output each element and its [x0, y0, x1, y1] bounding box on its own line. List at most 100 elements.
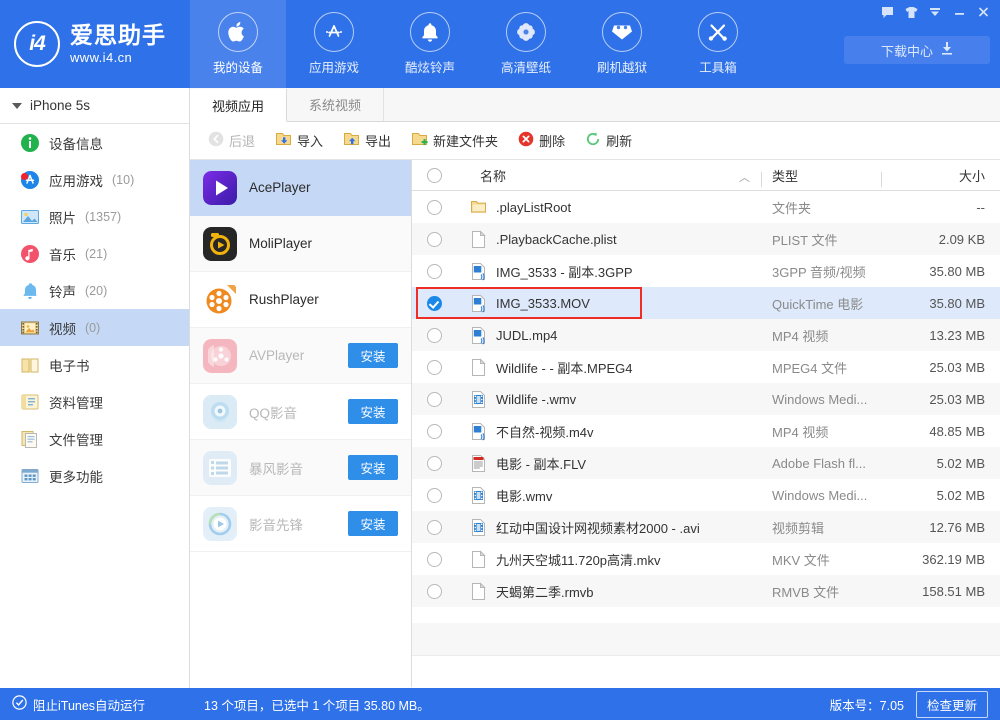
skin-icon[interactable] — [900, 3, 922, 21]
app-row-avplayer[interactable]: AVPlayer 安装 — [190, 328, 411, 384]
install-button[interactable]: 安装 — [348, 343, 398, 368]
new-folder-button[interactable]: 新建文件夹 — [403, 128, 506, 153]
table-row[interactable]: 电影 - 副本.FLV Adobe Flash fl... 5.02 MB — [412, 447, 1000, 479]
row-checkbox[interactable] — [412, 520, 457, 535]
split-panes: AcePlayer MoliPlayer RushPlayer — [190, 160, 1000, 687]
app-row-baofeng-player[interactable]: 暴风影音 安装 — [190, 440, 411, 496]
table-row[interactable]: IMG_3533 - 副本.3GPP 3GPP 音频/视频 35.80 MB — [412, 255, 1000, 287]
notification-badge — [21, 173, 28, 180]
import-label: 导入 — [297, 131, 323, 150]
tab-label: 视频应用 — [212, 96, 264, 115]
nav-item-wallpapers[interactable]: 高清壁纸 — [478, 0, 574, 88]
radio-icon — [427, 456, 442, 471]
table-row[interactable]: 九州天空城11.720p高清.mkv MKV 文件 362.19 MB — [412, 543, 1000, 575]
tab-system-videos[interactable]: 系统视频 — [287, 88, 384, 121]
table-row[interactable]: 天蝎第二季.rmvb RMVB 文件 158.51 MB — [412, 575, 1000, 607]
app-row-aceplayer[interactable]: AcePlayer — [190, 160, 411, 216]
refresh-button[interactable]: 刷新 — [577, 128, 640, 153]
table-row-selected[interactable]: IMG_3533.MOV QuickTime 电影 35.80 MB — [412, 287, 1000, 319]
sidebar-item-music[interactable]: 音乐 (21) — [0, 235, 189, 272]
nav-item-apps-games[interactable]: 应用游戏 — [286, 0, 382, 88]
app-row-xunlei-player[interactable]: 影音先锋 安装 — [190, 496, 411, 552]
sidebar-item-count: (21) — [85, 247, 107, 261]
app-name: QQ影音 — [249, 402, 297, 422]
row-checkbox[interactable] — [412, 264, 457, 279]
file-table: 名称 ︿ 类型 大小 — [412, 160, 1000, 687]
import-button[interactable]: 导入 — [267, 128, 331, 153]
export-button[interactable]: 导出 — [335, 128, 399, 153]
row-checkbox[interactable] — [412, 392, 457, 407]
install-button[interactable]: 安装 — [348, 399, 398, 424]
bell-icon — [20, 281, 40, 301]
tab-video-apps[interactable]: 视频应用 — [190, 89, 287, 122]
close-icon[interactable] — [972, 3, 994, 21]
column-header-size[interactable]: 大小 — [882, 166, 1000, 185]
nav-item-ringtones[interactable]: 酷炫铃声 — [382, 0, 478, 88]
row-checkbox[interactable] — [412, 552, 457, 567]
sidebar-item-data-manage[interactable]: 资料管理 — [0, 383, 189, 420]
device-name: iPhone 5s — [30, 98, 90, 113]
minimize-icon[interactable] — [948, 3, 970, 21]
row-checkbox[interactable] — [412, 456, 457, 471]
chevron-down-icon[interactable] — [924, 3, 946, 21]
app-header: i4 爱思助手 www.i4.cn 我的设备 应用游戏 — [0, 0, 1000, 88]
block-itunes-toggle[interactable]: 阻止iTunes自动运行 — [0, 688, 190, 720]
install-button[interactable]: 安装 — [348, 511, 398, 536]
download-center-label: 下载中心 — [881, 41, 933, 60]
app-row-rushplayer[interactable]: RushPlayer — [190, 272, 411, 328]
sort-asc-icon: ︿ — [739, 169, 750, 185]
table-row[interactable]: .playListRoot 文件夹 -- — [412, 191, 1000, 223]
sidebar-item-device-info[interactable]: 设备信息 — [0, 124, 189, 161]
row-checkbox[interactable] — [412, 232, 457, 247]
row-checkbox[interactable] — [412, 488, 457, 503]
delete-button[interactable]: 删除 — [510, 128, 573, 153]
select-all-checkbox[interactable] — [412, 168, 457, 183]
export-icon — [343, 131, 360, 150]
table-row[interactable]: 电影.wmv Windows Medi... 5.02 MB — [412, 479, 1000, 511]
table-row[interactable]: Wildlife -.wmv Windows Medi... 25.03 MB — [412, 383, 1000, 415]
column-header-name[interactable]: 名称 ︿ — [457, 166, 762, 185]
nav-item-flash-jailbreak[interactable]: 刷机越狱 — [574, 0, 670, 88]
photo-icon — [20, 207, 40, 227]
row-checkbox[interactable] — [412, 328, 457, 343]
new-folder-label: 新建文件夹 — [433, 131, 498, 150]
column-header-type[interactable]: 类型 — [762, 166, 882, 185]
row-name-cell: .PlaybackCache.plist — [457, 230, 762, 249]
table-row[interactable]: 不自然-视频.m4v MP4 视频 48.85 MB — [412, 415, 1000, 447]
nav-item-toolbox[interactable]: 工具箱 — [670, 0, 766, 88]
row-size-cell: 362.19 MB — [882, 552, 1000, 567]
app-row-moliplayer[interactable]: MoliPlayer — [190, 216, 411, 272]
table-row[interactable]: Wildlife - - 副本.MPEG4 MPEG4 文件 25.03 MB — [412, 351, 1000, 383]
table-row[interactable]: JUDL.mp4 MP4 视频 13.23 MB — [412, 319, 1000, 351]
app-row-qq-player[interactable]: QQ影音 安装 — [190, 384, 411, 440]
sidebar-item-ringtones[interactable]: 铃声 (20) — [0, 272, 189, 309]
check-update-button[interactable]: 检查更新 — [916, 691, 988, 718]
app-name: AcePlayer — [249, 180, 311, 195]
film-icon — [470, 518, 487, 537]
device-selector[interactable]: iPhone 5s — [0, 88, 189, 124]
row-checkbox[interactable] — [412, 584, 457, 599]
table-row[interactable]: .PlaybackCache.plist PLIST 文件 2.09 KB — [412, 223, 1000, 255]
row-checkbox[interactable] — [412, 296, 457, 311]
sidebar-item-videos[interactable]: 视频 (0) — [0, 309, 189, 346]
column-label-name: 名称 — [480, 169, 506, 184]
row-checkbox[interactable] — [412, 200, 457, 215]
row-checkbox[interactable] — [412, 424, 457, 439]
table-row[interactable]: 红动中国设计网视频素材2000 - .avi 视频剪辑 12.76 MB — [412, 511, 1000, 543]
sidebar-item-photos[interactable]: 照片 (1357) — [0, 198, 189, 235]
install-button[interactable]: 安装 — [348, 455, 398, 480]
sidebar-item-ebooks[interactable]: 电子书 — [0, 346, 189, 383]
feedback-icon[interactable] — [876, 3, 898, 21]
row-name-cell: IMG_3533 - 副本.3GPP — [457, 262, 762, 281]
row-checkbox[interactable] — [412, 360, 457, 375]
sidebar-item-more-features[interactable]: 更多功能 — [0, 457, 189, 494]
nav-item-my-device[interactable]: 我的设备 — [190, 0, 286, 88]
film-icon — [470, 486, 487, 505]
download-center-button[interactable]: 下载中心 — [844, 36, 990, 64]
sidebar-item-apps-games[interactable]: 应用游戏 (10) — [0, 161, 189, 198]
chevron-down-icon — [12, 103, 22, 109]
back-button[interactable]: 后退 — [200, 128, 263, 153]
back-icon — [208, 131, 224, 150]
sidebar-item-file-manage[interactable]: 文件管理 — [0, 420, 189, 457]
sidebar-item-label: 铃声 — [49, 281, 76, 301]
